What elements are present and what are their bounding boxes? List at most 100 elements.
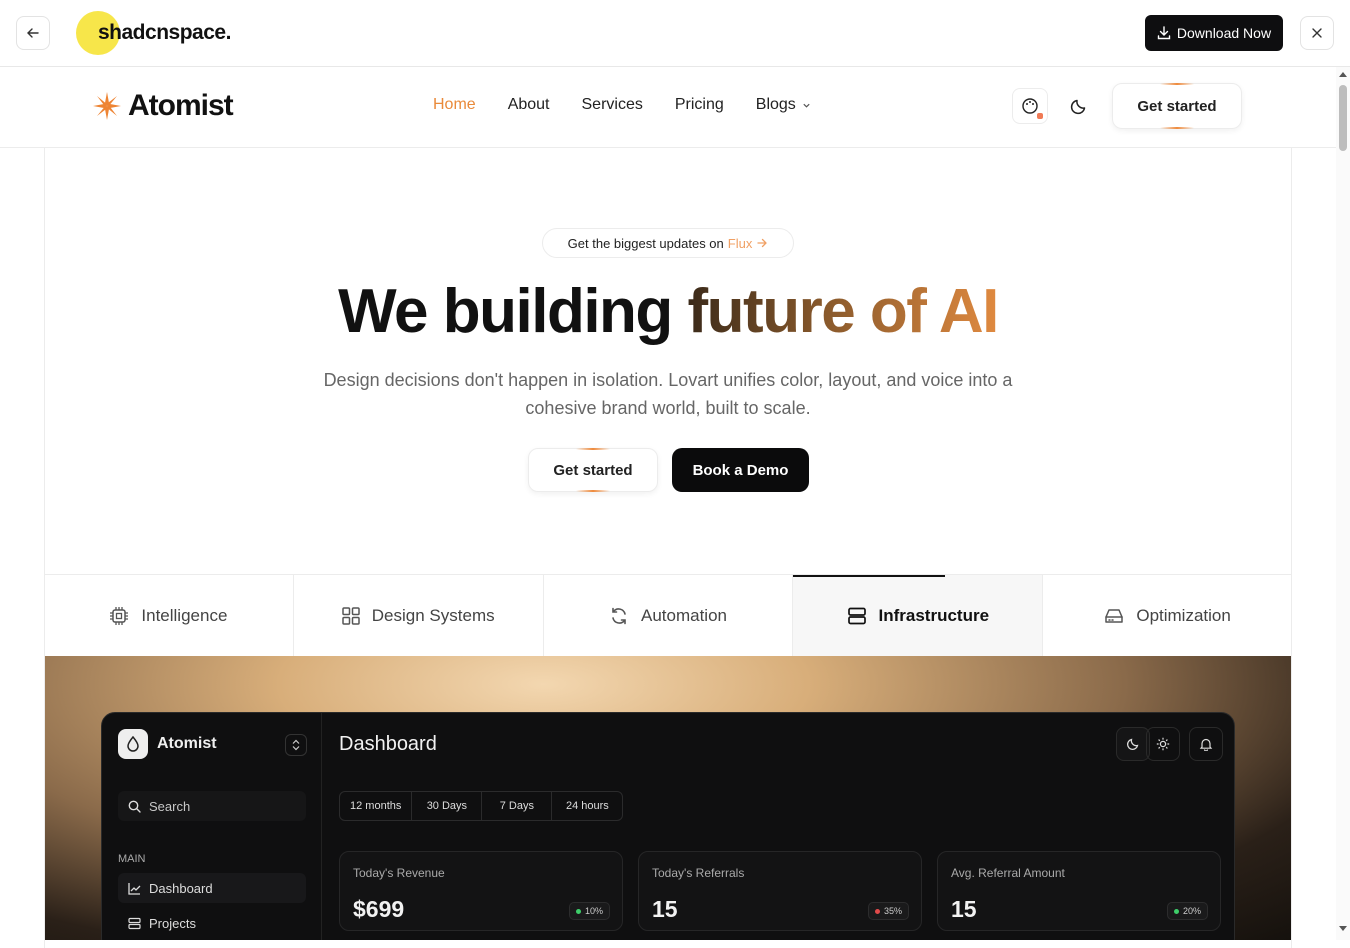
book-demo-button[interactable]: Book a Demo xyxy=(672,448,809,492)
trend-badge: 35% xyxy=(867,902,909,920)
sidebar-item-dashboard[interactable]: Dashboard xyxy=(118,873,306,903)
scroll-thumb[interactable] xyxy=(1339,85,1347,151)
range-7-days[interactable]: 7 Days xyxy=(482,792,553,820)
grid-icon xyxy=(342,606,360,625)
workspace-toggle[interactable] xyxy=(285,734,307,756)
nav-about[interactable]: About xyxy=(508,96,550,114)
range-30-days[interactable]: 30 Days xyxy=(412,792,483,820)
tab-intelligence[interactable]: Intelligence xyxy=(44,575,294,656)
hero-title-gradient: future of AI xyxy=(687,277,1000,346)
scroll-up-icon xyxy=(1339,72,1347,77)
range-24-hours[interactable]: 24 hours xyxy=(552,792,622,820)
dashboard-sidebar: Atomist Search MAIN Dashboard Projects xyxy=(102,713,322,940)
download-label: Download Now xyxy=(1176,25,1272,41)
trend-badge: 10% xyxy=(568,902,610,920)
back-button[interactable] xyxy=(16,16,50,50)
theme-palette-button[interactable] xyxy=(1012,88,1048,124)
sidebar-item-label: Dashboard xyxy=(149,880,213,896)
nav-pricing[interactable]: Pricing xyxy=(675,96,724,114)
site-navbar: Atomist Home About Services Pricing Blog… xyxy=(0,67,1336,148)
moon-icon xyxy=(1070,99,1086,115)
date-range-selector: 12 months 30 Days 7 Days 24 hours xyxy=(339,791,624,821)
download-icon xyxy=(1157,26,1171,40)
nav-blogs-label: Blogs xyxy=(755,96,796,113)
dashboard-main: Dashboard 12 months 30 Days 7 Days 24 ho… xyxy=(323,713,1236,940)
download-now-button[interactable]: Download Now xyxy=(1145,15,1283,51)
dashboard-search[interactable]: Search xyxy=(118,791,306,821)
notifications-button[interactable] xyxy=(1189,727,1223,761)
search-label: Search xyxy=(149,798,191,814)
revenue-card: Today's Revenue $699 10% xyxy=(339,851,623,931)
chart-line-icon xyxy=(128,882,141,895)
dark-mode-toggle[interactable] xyxy=(1061,88,1097,124)
avg-referral-card: Avg. Referral Amount 15 20% xyxy=(937,851,1221,931)
card-value: 15 xyxy=(652,896,678,922)
range-12-months[interactable]: 12 months xyxy=(340,792,413,820)
chip-icon xyxy=(110,606,129,625)
workspace-name: Atomist xyxy=(157,735,217,752)
pill-text: Get the biggest updates on xyxy=(567,235,724,251)
sidebar-item-label: Projects xyxy=(149,915,196,931)
palette-icon xyxy=(1022,98,1038,114)
tab-design-systems[interactable]: Design Systems xyxy=(294,575,544,656)
preview-toolbar: shadcnspace. Download Now xyxy=(0,0,1350,67)
tab-label: Intelligence xyxy=(141,605,228,625)
sun-icon xyxy=(1156,737,1170,751)
feature-tabs: Intelligence Design Systems Automation I… xyxy=(44,574,1292,656)
scroll-down-icon xyxy=(1339,926,1347,931)
tab-automation[interactable]: Automation xyxy=(544,575,794,656)
chevron-down-icon xyxy=(803,103,810,108)
nav-services[interactable]: Services xyxy=(582,96,643,114)
moon-icon xyxy=(1126,738,1139,751)
hero-get-started-button[interactable]: Get started xyxy=(528,448,658,492)
starburst-icon xyxy=(93,92,121,120)
hero-title: We building future of AI xyxy=(0,276,1336,347)
card-label: Today's Revenue xyxy=(353,866,445,880)
trend-dot xyxy=(575,908,581,914)
workspace-logo xyxy=(118,729,148,759)
tab-label: Optimization xyxy=(1136,605,1231,625)
tab-infrastructure[interactable]: Infrastructure xyxy=(793,575,1044,656)
tab-label: Design Systems xyxy=(371,605,495,625)
nav-blogs[interactable]: Blogs xyxy=(756,96,811,114)
workspace-switcher[interactable]: Atomist xyxy=(118,729,217,759)
dashboard-preview: Atomist Search MAIN Dashboard Projects D… xyxy=(45,656,1291,940)
referrals-card: Today's Referrals 15 35% xyxy=(638,851,922,931)
nav-home[interactable]: Home xyxy=(433,96,476,114)
server-icon xyxy=(847,607,866,624)
hero-subtitle: Design decisions don't happen in isolati… xyxy=(323,370,1013,418)
main-menu: Home About Services Pricing Blogs xyxy=(433,96,811,114)
trend-value: 20% xyxy=(1182,906,1201,916)
trend-badge: 20% xyxy=(1166,902,1208,920)
server-small-icon xyxy=(128,917,141,929)
dashboard-light-toggle[interactable] xyxy=(1146,727,1180,761)
sidebar-item-projects[interactable]: Projects xyxy=(118,908,306,938)
tab-label: Infrastructure xyxy=(878,605,990,625)
trend-value: 35% xyxy=(883,906,902,916)
close-button[interactable] xyxy=(1300,16,1334,50)
atomist-logo[interactable]: Atomist xyxy=(92,89,234,123)
shadcnspace-logo[interactable]: shadcnspace. xyxy=(76,10,231,56)
page-scrollbar[interactable] xyxy=(1336,67,1350,940)
logo-text: Atomist xyxy=(128,89,234,122)
brand-text: shadcnspace. xyxy=(98,21,231,44)
hero-title-plain: We building xyxy=(338,277,673,346)
card-label: Avg. Referral Amount xyxy=(951,866,1065,880)
dashboard-window: Atomist Search MAIN Dashboard Projects D… xyxy=(101,712,1235,940)
chevrons-updown-icon xyxy=(292,739,300,751)
pill-link: Flux xyxy=(727,235,753,251)
palette-indicator xyxy=(1037,113,1043,119)
arrow-right-icon xyxy=(757,238,768,248)
drive-icon xyxy=(1105,608,1124,623)
announcement-pill[interactable]: Get the biggest updates on Flux xyxy=(542,228,794,258)
tab-label: Automation xyxy=(640,605,727,625)
close-icon xyxy=(1312,28,1322,38)
dashboard-dark-toggle[interactable] xyxy=(1116,727,1150,761)
card-value: 15 xyxy=(951,896,977,922)
trend-value: 10% xyxy=(584,906,603,916)
arrow-left-icon xyxy=(27,28,39,38)
card-value: $699 xyxy=(353,896,405,922)
nav-get-started-button[interactable]: Get started xyxy=(1112,83,1242,129)
trend-dot xyxy=(1173,908,1179,914)
tab-optimization[interactable]: Optimization xyxy=(1043,575,1292,656)
